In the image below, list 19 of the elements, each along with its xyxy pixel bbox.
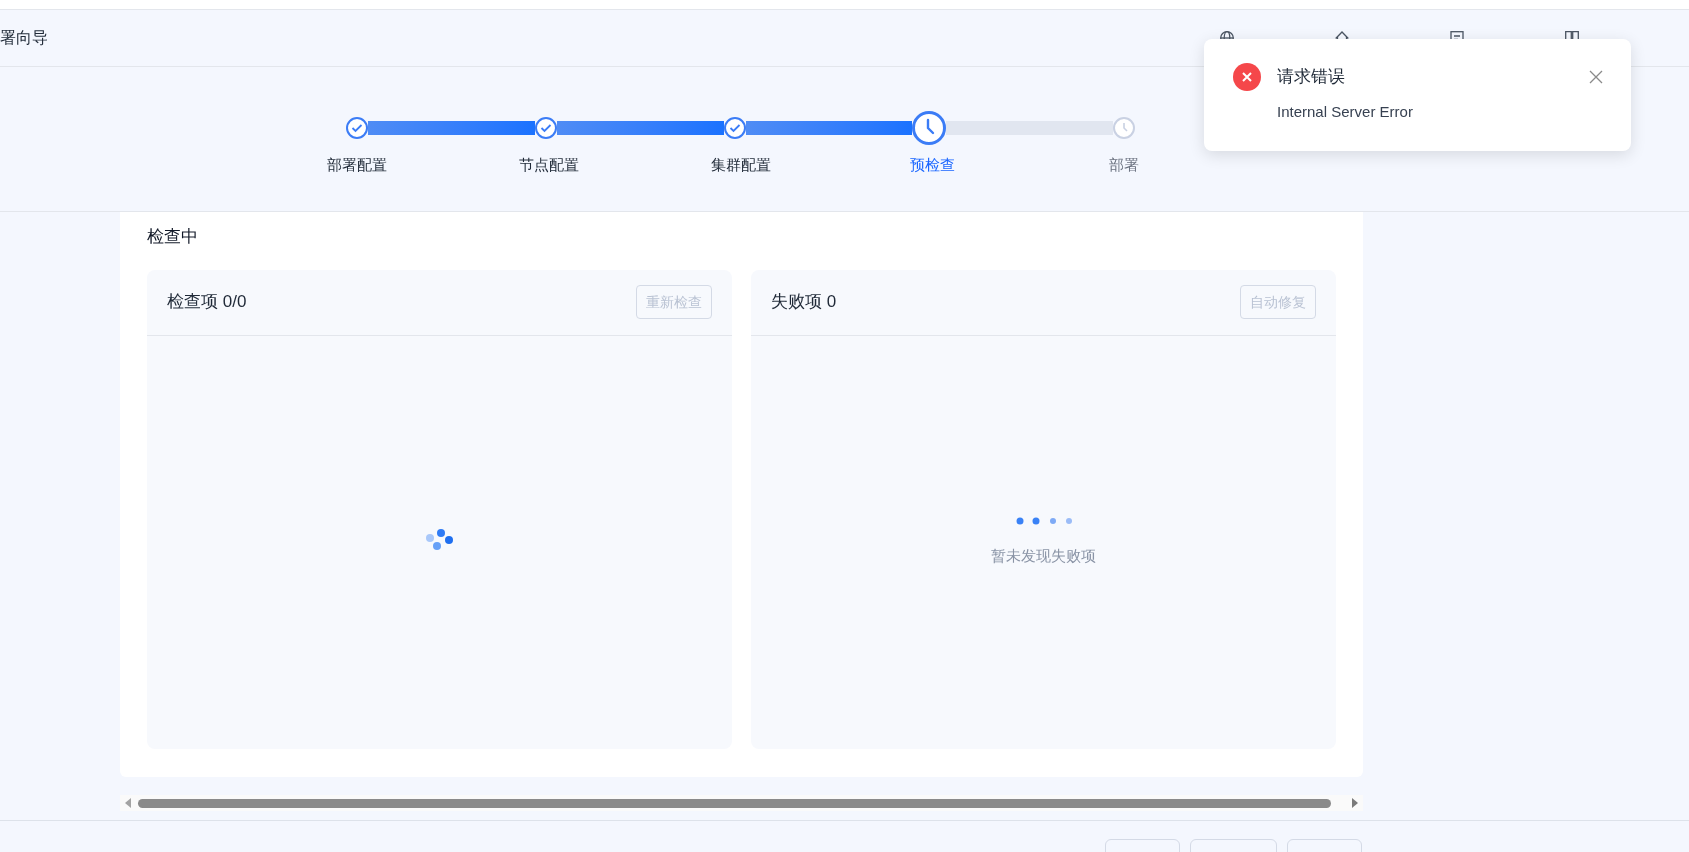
section-title: 检查中	[147, 226, 199, 248]
step-label: 节点配置	[518, 155, 579, 175]
step-label: 部署	[1109, 155, 1139, 175]
scroll-right-icon[interactable]	[1351, 798, 1359, 808]
step-label: 集群配置	[710, 155, 771, 175]
page-title: 署向导	[0, 28, 48, 48]
empty-text: 暂未发现失败项	[991, 546, 1096, 566]
panel-title: 检查项 0/0	[167, 291, 247, 314]
step-label: 部署配置	[327, 155, 387, 175]
horizontal-scrollbar[interactable]	[120, 795, 1363, 811]
notification-message: Internal Server Error	[1277, 102, 1414, 122]
loading-dots-icon	[1015, 517, 1072, 525]
panel-title: 失败项 0	[771, 291, 837, 314]
scroll-left-icon[interactable]	[124, 798, 132, 808]
notification-title: 请求错误	[1277, 66, 1345, 89]
scrollbar-thumb[interactable]	[138, 798, 1331, 808]
close-icon[interactable]	[1589, 70, 1603, 84]
step-label: 预检查	[909, 155, 955, 175]
error-icon	[1233, 63, 1261, 91]
